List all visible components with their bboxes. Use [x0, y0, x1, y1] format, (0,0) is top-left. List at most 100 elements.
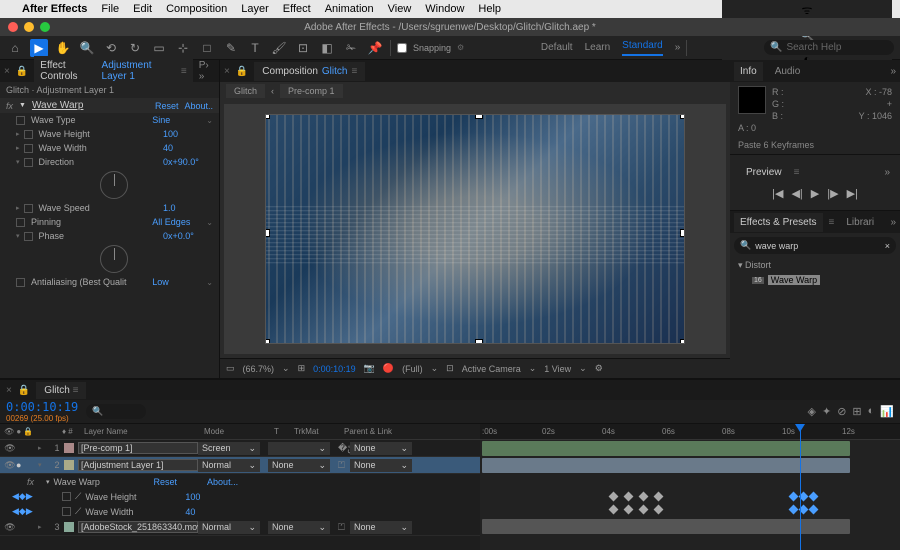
keyframe-icon[interactable] — [809, 505, 819, 515]
text-tool[interactable]: T — [246, 39, 264, 57]
play-icon[interactable]: ▶ — [811, 187, 819, 200]
visibility-icon[interactable]: 👁 — [4, 443, 16, 454]
keyframe-nav-icon[interactable]: ◀◆▶ — [12, 506, 24, 517]
timeline-prop-width[interactable]: ◀◆▶⟋Wave Width40 — [0, 504, 480, 519]
puppet-tool[interactable]: 📌 — [366, 39, 384, 57]
workspace-learn[interactable]: Learn — [585, 42, 611, 53]
menu-window[interactable]: Window — [425, 3, 464, 15]
lock-icon[interactable]: 🔒 — [236, 66, 248, 77]
keyframe-icon[interactable] — [789, 492, 799, 502]
frame-blend-icon[interactable]: ⊞ — [852, 405, 861, 418]
crumb-glitch[interactable]: Glitch — [226, 84, 265, 98]
timeline-tab[interactable]: Glitch ≡ — [36, 382, 86, 399]
workspace-default[interactable]: Default — [541, 42, 573, 53]
timeline-effect-row[interactable]: fx▾Wave WarpResetAbout... — [0, 474, 480, 489]
info-tab[interactable]: Info — [734, 62, 763, 81]
time-ruler[interactable]: :00s 02s 04s 06s 08s 10s 12s — [480, 424, 900, 440]
shape-tool[interactable]: □ — [198, 39, 216, 57]
keyframe-icon[interactable] — [639, 505, 649, 515]
keyframe-icon[interactable] — [809, 492, 819, 502]
layer-bar-1[interactable] — [482, 441, 850, 456]
composition-flowchart-icon[interactable]: ◈ — [808, 405, 816, 418]
keyframe-icon[interactable] — [609, 505, 619, 515]
hand-tool[interactable]: ✋ — [54, 39, 72, 57]
layer-row-1[interactable]: 👁▸1[Pre-comp 1]Screen⌄⌄�صّNone⌄ — [0, 440, 480, 457]
layer-bar-2[interactable] — [482, 458, 850, 473]
stopwatch-icon[interactable] — [24, 158, 33, 167]
help-search[interactable]: 🔍Search Help — [764, 40, 894, 55]
draft3d-icon[interactable]: ✦ — [822, 405, 831, 418]
app-menu[interactable]: After Effects — [22, 3, 87, 15]
audio-tab[interactable]: Audio — [769, 62, 807, 81]
timeline-prop-height[interactable]: ◀◆▶⟋Wave Height100 — [0, 489, 480, 504]
project-flyout-icon[interactable]: × — [4, 66, 10, 77]
preview-tab[interactable]: Preview — [740, 163, 788, 182]
timeline-search[interactable]: 🔍 — [86, 404, 146, 419]
camera-dropdown[interactable]: Active Camera — [462, 364, 521, 374]
prev-frame-icon[interactable]: ◀| — [791, 187, 802, 200]
eraser-tool[interactable]: ◧ — [318, 39, 336, 57]
timecode-display[interactable]: 0:00:10:19 — [313, 364, 356, 374]
stopwatch-icon[interactable] — [16, 278, 25, 287]
stopwatch-icon[interactable] — [16, 116, 25, 125]
viewer-options-icon[interactable]: ⚙ — [595, 363, 603, 374]
layer-row-2[interactable]: 👁●▾2[Adjustment Layer 1]Normal⌄None⌄⏍Non… — [0, 457, 480, 474]
visibility-icon[interactable]: 👁 — [4, 522, 16, 533]
mode-dropdown[interactable]: Screen⌄ — [198, 442, 260, 455]
menu-composition[interactable]: Composition — [166, 3, 227, 15]
direction-dial[interactable] — [100, 171, 128, 199]
stopwatch-icon[interactable] — [62, 507, 71, 516]
timeline-track-area[interactable]: :00s 02s 04s 06s 08s 10s 12s — [480, 424, 900, 550]
effects-search-input[interactable] — [755, 241, 881, 251]
wifi-icon[interactable]: ᯤ — [802, 1, 813, 18]
menu-help[interactable]: Help — [478, 3, 501, 15]
pen-tool[interactable]: ✎ — [222, 39, 240, 57]
playhead[interactable] — [800, 424, 801, 550]
rotate-tool[interactable]: ↻ — [126, 39, 144, 57]
motion-blur-icon[interactable]: ◐ — [868, 405, 875, 418]
panel-overflow[interactable]: P› » — [199, 60, 215, 82]
menu-file[interactable]: File — [101, 3, 119, 15]
panel-overflow-icon[interactable]: » — [890, 66, 896, 77]
effect-wave-warp[interactable]: fx▼ Wave Warp Reset About.. — [0, 98, 219, 113]
keyframe-icon[interactable] — [789, 505, 799, 515]
snapshot-icon[interactable]: 📷 — [364, 363, 375, 374]
effect-item-wave-warp[interactable]: 16Wave Warp — [734, 273, 896, 287]
keyframe-nav-icon[interactable]: ◀◆▶ — [12, 491, 24, 502]
camera-tool[interactable]: ▭ — [150, 39, 168, 57]
grid-icon[interactable]: ⊡ — [446, 363, 454, 374]
keyframe-icon[interactable] — [654, 492, 664, 502]
layer-bar-3[interactable] — [482, 519, 850, 534]
effects-presets-tab[interactable]: Effects & Presets — [734, 213, 823, 232]
phase-dial[interactable] — [100, 245, 128, 273]
menu-effect[interactable]: Effect — [283, 3, 311, 15]
selection-tool[interactable]: ▶ — [30, 39, 48, 57]
stopwatch-icon[interactable] — [24, 232, 33, 241]
resolution-dropdown[interactable]: (Full) — [402, 364, 423, 374]
workspace-overflow[interactable]: » — [675, 42, 681, 53]
stopwatch-icon[interactable] — [24, 144, 33, 153]
lock-icon[interactable]: 🔒 — [16, 66, 28, 77]
zoom-dropdown[interactable]: (66.7%) — [243, 364, 275, 374]
keyframe-icon[interactable] — [624, 505, 634, 515]
keyframe-icon[interactable] — [654, 505, 664, 515]
graph-editor-icon[interactable]: 📊 — [880, 405, 894, 418]
keyframe-icon[interactable] — [609, 492, 619, 502]
mag-icon[interactable]: ▭ — [226, 363, 235, 374]
shy-icon[interactable]: ⊘ — [837, 405, 846, 418]
snapping-checkbox[interactable] — [397, 43, 407, 53]
libraries-tab[interactable]: Librari — [840, 213, 880, 232]
menu-animation[interactable]: Animation — [325, 3, 374, 15]
orbit-tool[interactable]: ⟲ — [102, 39, 120, 57]
menu-edit[interactable]: Edit — [133, 3, 152, 15]
stamp-tool[interactable]: ⊡ — [294, 39, 312, 57]
views-dropdown[interactable]: 1 View — [544, 364, 571, 374]
workspace-standard[interactable]: Standard — [622, 40, 663, 56]
crumb-precomp[interactable]: Pre-comp 1 — [280, 84, 343, 98]
lock-icon[interactable]: 🔒 — [18, 385, 30, 396]
first-frame-icon[interactable]: |◀ — [772, 187, 783, 200]
menu-view[interactable]: View — [388, 3, 412, 15]
last-frame-icon[interactable]: ▶| — [847, 187, 858, 200]
category-distort[interactable]: ▾ Distort — [734, 258, 896, 273]
effect-reset[interactable]: Reset — [155, 101, 179, 111]
